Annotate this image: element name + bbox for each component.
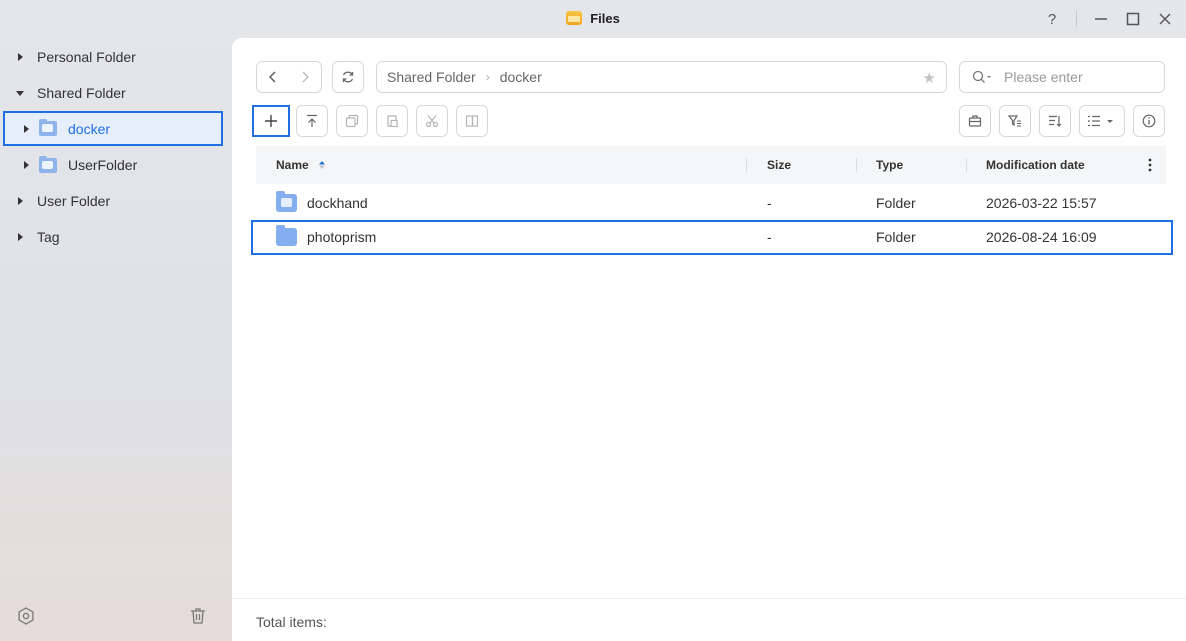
- files-app-icon: [566, 11, 583, 25]
- scissors-icon: [425, 115, 439, 128]
- table-row[interactable]: dockhand - Folder 2026-03-22 15:57: [256, 186, 1166, 220]
- view-mode-button[interactable]: [1079, 105, 1125, 137]
- paste-icon: [387, 115, 398, 128]
- sidebar: Personal Folder Shared Folder docker Use…: [0, 38, 232, 641]
- chevron-right-icon: [302, 71, 309, 83]
- sidebar-item-label: UserFolder: [68, 157, 138, 173]
- help-icon[interactable]: ?: [1042, 9, 1062, 29]
- status-bar: Total items:: [232, 598, 1186, 641]
- file-size: -: [767, 229, 772, 245]
- list-view-icon: [1088, 115, 1113, 127]
- nav-buttons: [256, 61, 322, 93]
- sidebar-item-user-folder[interactable]: User Folder: [0, 184, 232, 218]
- window-title: Files: [0, 11, 1186, 26]
- tools-button[interactable]: [959, 105, 991, 137]
- file-name: photoprism: [307, 229, 377, 245]
- paste-button[interactable]: [376, 105, 408, 137]
- info-button[interactable]: [1133, 105, 1165, 137]
- move-icon: [465, 115, 479, 127]
- upload-icon: [307, 114, 317, 127]
- refresh-button[interactable]: [332, 61, 364, 93]
- trash-icon[interactable]: [188, 606, 208, 626]
- caret-right-icon[interactable]: [18, 53, 23, 61]
- caret-right-icon[interactable]: [18, 233, 23, 241]
- favorite-star-icon[interactable]: ★: [923, 69, 936, 87]
- maximize-icon[interactable]: [1123, 9, 1143, 29]
- briefcase-icon: [968, 115, 982, 127]
- table-header: Name Size Type Modification date: [256, 146, 1166, 184]
- sidebar-item-personal-folder[interactable]: Personal Folder: [0, 40, 232, 74]
- new-button[interactable]: [252, 105, 290, 137]
- table-row[interactable]: photoprism - Folder 2026-08-24 16:09: [251, 220, 1173, 255]
- file-type: Folder: [876, 195, 916, 211]
- copy-button[interactable]: [336, 105, 368, 137]
- total-items-label: Total items:: [256, 614, 327, 630]
- caret-right-icon[interactable]: [18, 197, 23, 205]
- info-icon: [1142, 114, 1156, 128]
- chevron-left-icon: [269, 71, 276, 83]
- upload-button[interactable]: [296, 105, 328, 137]
- main-panel: Shared Folder › docker ★ Please enter Na…: [232, 38, 1186, 641]
- back-button[interactable]: [257, 62, 289, 92]
- settings-icon[interactable]: [16, 606, 36, 626]
- refresh-icon: [342, 71, 354, 83]
- column-divider[interactable]: [856, 158, 857, 172]
- title-bar: Files ?: [0, 0, 1186, 38]
- column-header-type[interactable]: Type: [876, 158, 903, 172]
- caret-right-icon[interactable]: [24, 124, 29, 133]
- sidebar-item-label: Shared Folder: [37, 85, 126, 101]
- column-divider[interactable]: [746, 158, 747, 172]
- folder-icon: [276, 225, 297, 246]
- file-modified: 2026-03-22 15:57: [986, 195, 1097, 211]
- window-title-text: Files: [590, 11, 620, 26]
- filter-button[interactable]: [999, 105, 1031, 137]
- search-input[interactable]: [1004, 69, 1154, 85]
- breadcrumb-separator-icon: ›: [485, 70, 490, 84]
- search-box[interactable]: [959, 61, 1165, 93]
- file-name: dockhand: [307, 195, 368, 211]
- sidebar-item-shared-folder[interactable]: Shared Folder: [0, 76, 232, 110]
- column-divider[interactable]: [966, 158, 967, 172]
- column-options-icon[interactable]: [1148, 158, 1152, 175]
- file-type: Folder: [876, 229, 916, 245]
- close-icon[interactable]: [1155, 9, 1175, 29]
- title-divider: [1076, 11, 1077, 27]
- cut-button[interactable]: [416, 105, 448, 137]
- move-button[interactable]: [456, 105, 488, 137]
- sort-icon: [1049, 115, 1062, 127]
- breadcrumb-item-docker[interactable]: docker: [500, 69, 542, 85]
- user-folder-icon: [39, 155, 57, 173]
- copy-icon: [345, 114, 359, 128]
- caret-right-icon[interactable]: [24, 161, 29, 169]
- sort-button[interactable]: [1039, 105, 1071, 137]
- sidebar-item-label: Tag: [37, 229, 60, 245]
- caret-down-icon[interactable]: [16, 90, 24, 96]
- minimize-icon[interactable]: [1091, 9, 1111, 29]
- sidebar-item-label: docker: [68, 120, 111, 137]
- column-header-name[interactable]: Name: [276, 158, 326, 172]
- column-header-size[interactable]: Size: [767, 158, 791, 172]
- sidebar-item-label: User Folder: [37, 193, 111, 209]
- sidebar-item-docker[interactable]: docker: [3, 111, 223, 146]
- sidebar-item-label: Personal Folder: [37, 49, 136, 65]
- docker-folder-icon: [39, 119, 57, 136]
- column-header-label: Name: [276, 158, 309, 172]
- filter-icon: [1008, 115, 1021, 127]
- plus-icon: [265, 115, 277, 127]
- file-size: -: [767, 195, 772, 211]
- sort-asc-icon: [319, 161, 326, 169]
- sidebar-item-tag[interactable]: Tag: [0, 220, 232, 254]
- column-header-modified[interactable]: Modification date: [986, 158, 1085, 172]
- docker-folder-icon: [276, 191, 297, 212]
- sidebar-item-userfolder[interactable]: UserFolder: [0, 148, 232, 182]
- forward-button[interactable]: [289, 62, 321, 92]
- breadcrumb-item-shared-folder[interactable]: Shared Folder: [387, 69, 476, 85]
- search-icon[interactable]: [972, 70, 992, 84]
- file-modified: 2026-08-24 16:09: [986, 229, 1097, 245]
- breadcrumb[interactable]: Shared Folder › docker ★: [376, 61, 947, 93]
